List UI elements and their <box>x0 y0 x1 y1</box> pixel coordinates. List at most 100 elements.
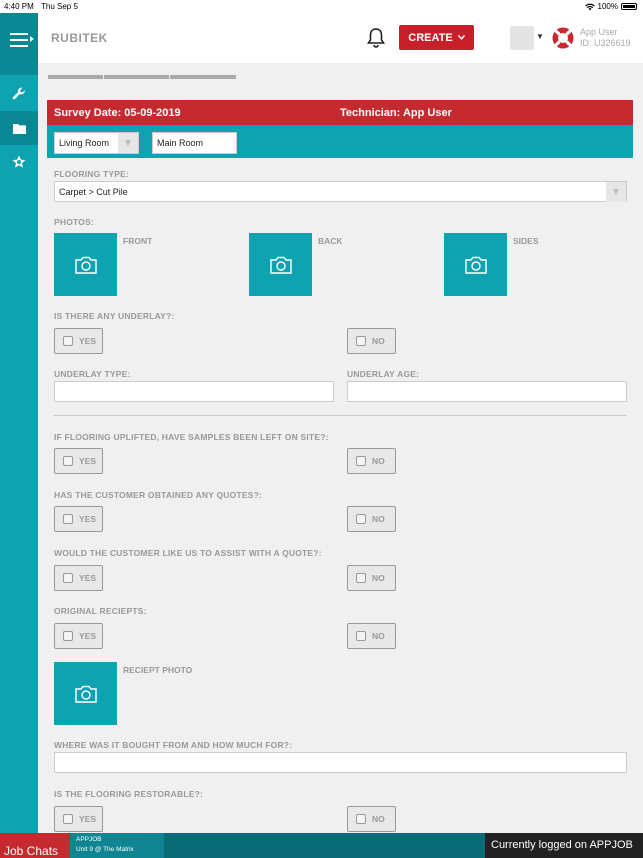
yes-label: YES <box>79 573 97 583</box>
receipt-photo-label: RECIEPT PHOTO <box>123 665 193 675</box>
survey-header: Survey Date: 05-09-2019 Technician: App … <box>47 100 633 125</box>
bell-icon <box>367 28 385 48</box>
battery-percent: 100% <box>597 2 618 11</box>
progress-tabs <box>48 75 236 79</box>
checkbox-box <box>356 573 366 583</box>
user-id: ID: U326619 <box>580 38 631 48</box>
bought-input[interactable] <box>54 752 627 773</box>
user-info: App User ID: U326619 <box>580 27 631 49</box>
wifi-icon <box>584 3 595 10</box>
folder-icon <box>12 123 26 134</box>
underlay-question: IS THERE ANY UNDERLAY?: <box>54 311 175 321</box>
room-type-select[interactable]: Living Room ▼ <box>54 132 139 154</box>
assist-question: WOULD THE CUSTOMER LIKE US TO ASSIST WIT… <box>54 548 322 558</box>
receipts-yes-checkbox[interactable]: YES <box>54 623 103 649</box>
job-code: APPJOB <box>76 836 102 843</box>
checkbox-box <box>63 514 73 524</box>
caret-right-icon <box>30 36 34 42</box>
lifebuoy-icon <box>552 27 574 49</box>
user-menu-chevron-icon[interactable]: ▼ <box>536 32 544 41</box>
sidebar-item-folder[interactable] <box>0 111 38 145</box>
job-location: Unit 9 @ The Matrix <box>76 846 134 853</box>
no-label: NO <box>372 336 385 346</box>
restorable-no-checkbox[interactable]: NO <box>347 806 396 832</box>
camera-icon <box>74 256 97 274</box>
assist-no-checkbox[interactable]: NO <box>347 565 396 591</box>
bought-question: WHERE WAS IT BOUGHT FROM AND HOW MUCH FO… <box>54 740 293 750</box>
chevron-down-icon <box>457 35 465 40</box>
sides-photo-label: SIDES <box>513 236 539 246</box>
yes-label: YES <box>79 336 97 346</box>
camera-icon <box>269 256 292 274</box>
no-label: NO <box>372 814 385 824</box>
back-photo-button[interactable] <box>249 233 312 296</box>
checkbox-box <box>63 573 73 583</box>
underlay-yes-checkbox[interactable]: YES <box>54 328 103 354</box>
create-label: CREATE <box>408 31 453 44</box>
checkbox-box <box>356 631 366 641</box>
survey-form: Survey Date: 05-09-2019 Technician: App … <box>38 63 643 833</box>
flooring-type-value: Carpet > Cut Pile <box>59 187 128 197</box>
quotes-question: HAS THE CUSTOMER OBTAINED ANY QUOTES?: <box>54 490 262 500</box>
checkbox-box <box>63 631 73 641</box>
avatar[interactable] <box>510 26 534 50</box>
receipts-no-checkbox[interactable]: NO <box>347 623 396 649</box>
wrench-icon <box>12 87 25 100</box>
room-type-value: Living Room <box>59 138 110 148</box>
status-time: 4:40 PM <box>4 2 34 11</box>
menu-button[interactable] <box>0 13 38 75</box>
samples-question: IF FLOORING UPLIFTED, HAVE SAMPLES BEEN … <box>54 432 329 442</box>
underlay-age-input[interactable] <box>347 381 627 402</box>
front-photo-label: FRONT <box>123 236 153 246</box>
section-divider <box>53 415 627 416</box>
sidebar-item-favorites[interactable] <box>0 145 38 179</box>
yes-label: YES <box>79 814 97 824</box>
front-photo-button[interactable] <box>54 233 117 296</box>
status-bar: 4:40 PM Thu Sep 5 100% <box>0 0 643 13</box>
restorable-yes-checkbox[interactable]: YES <box>54 806 103 832</box>
create-button[interactable]: CREATE <box>399 25 474 50</box>
progress-segment <box>48 75 103 79</box>
checkbox-box <box>356 336 366 346</box>
status-date: Thu Sep 5 <box>41 2 78 11</box>
underlay-type-input[interactable] <box>54 381 334 402</box>
bottom-bar: Job Chats APPJOB Unit 9 @ The Matrix Cur… <box>0 833 643 858</box>
hamburger-icon-line <box>10 39 28 41</box>
assist-yes-checkbox[interactable]: YES <box>54 565 103 591</box>
receipt-photo-button[interactable] <box>54 662 117 725</box>
checkbox-box <box>63 336 73 346</box>
current-job-tab[interactable]: APPJOB Unit 9 @ The Matrix <box>70 833 164 858</box>
underlay-age-label: UNDERLAY AGE: <box>347 369 420 379</box>
checkbox-box <box>356 456 366 466</box>
room-name-value: Main Room <box>157 138 204 148</box>
camera-icon <box>74 685 97 703</box>
back-photo-label: BACK <box>318 236 343 246</box>
support-button[interactable] <box>551 26 575 55</box>
camera-icon <box>464 256 487 274</box>
progress-segment <box>104 75 169 79</box>
brand-name: RUBITEK <box>51 31 108 45</box>
receipts-question: ORIGINAL RECIEPTS: <box>54 606 147 616</box>
no-label: NO <box>372 456 385 466</box>
sides-photo-button[interactable] <box>444 233 507 296</box>
technician-name: Technician: App User <box>340 107 452 119</box>
sidebar-item-tools[interactable] <box>0 77 38 111</box>
dropdown-arrow-icon: ▼ <box>606 182 626 202</box>
underlay-no-checkbox[interactable]: NO <box>347 328 396 354</box>
quotes-no-checkbox[interactable]: NO <box>347 506 396 532</box>
dropdown-arrow-icon: ▼ <box>118 133 138 153</box>
job-chats-button[interactable]: Job Chats <box>0 833 70 858</box>
quotes-yes-checkbox[interactable]: YES <box>54 506 103 532</box>
hamburger-icon <box>10 33 28 35</box>
no-label: NO <box>372 514 385 524</box>
samples-no-checkbox[interactable]: NO <box>347 448 396 474</box>
yes-label: YES <box>79 631 97 641</box>
battery-indicator: 100% <box>584 2 637 11</box>
room-name-field[interactable]: Main Room <box>152 132 237 154</box>
notifications-button[interactable] <box>366 27 386 54</box>
checkbox-box <box>356 514 366 524</box>
battery-icon <box>621 3 637 10</box>
sidebar <box>0 13 38 833</box>
samples-yes-checkbox[interactable]: YES <box>54 448 103 474</box>
flooring-type-select[interactable]: Carpet > Cut Pile ▼ <box>54 181 627 202</box>
